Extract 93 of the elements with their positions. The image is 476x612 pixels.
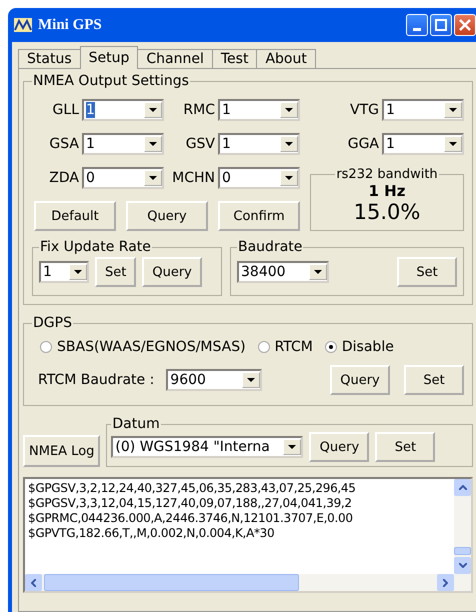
dropdown-button[interactable]	[144, 102, 162, 118]
maximize-icon	[435, 19, 447, 31]
log-line: $GPVTG,182.66,T,,M,0.002,N,0.004,K,A*30	[28, 526, 276, 541]
vertical-scrollbar[interactable]	[454, 479, 471, 574]
scroll-right-icon	[443, 578, 448, 586]
action-button[interactable]: Query	[142, 257, 202, 287]
radio-option[interactable]: RTCM	[258, 339, 313, 355]
radio-button[interactable]	[258, 341, 270, 353]
radio-option[interactable]: SBAS(WAAS/EGNOS/MSAS)	[40, 339, 246, 355]
action-button[interactable]: Default	[34, 201, 116, 231]
group-title: DGPS	[32, 315, 73, 331]
dropdown-button[interactable]	[280, 136, 298, 152]
radio-button[interactable]	[40, 341, 52, 353]
caret-icon	[285, 108, 293, 112]
dropdown-button[interactable]	[144, 170, 162, 186]
action-button[interactable]: Set	[95, 257, 136, 287]
caret-icon	[449, 108, 457, 112]
bandwidth-rate: 1 Hz	[368, 182, 406, 200]
caret-icon	[449, 142, 457, 146]
action-button[interactable]: Query	[330, 365, 390, 395]
radio-button[interactable]	[324, 341, 337, 353]
caret-icon	[149, 108, 157, 112]
maximize-button[interactable]	[430, 14, 452, 36]
action-button[interactable]: Confirm	[218, 201, 300, 231]
dropdown-button[interactable]	[280, 102, 298, 118]
scroll-down-icon	[458, 563, 466, 568]
dropdown[interactable]: 1	[82, 133, 164, 155]
field-label: GGA	[348, 136, 379, 152]
close-button[interactable]	[454, 14, 476, 36]
field-label: ZDA	[49, 170, 79, 186]
nmea-log-button[interactable]: NMEA Log	[23, 435, 100, 467]
field-label: RTCM Baudrate :	[38, 372, 154, 388]
dropdown-button[interactable]	[280, 170, 298, 186]
field-label: RMC	[183, 102, 215, 118]
dropdown-button[interactable]	[144, 136, 162, 152]
log-line: $GPGSV,3,2,12,24,40,327,45,06,35,283,43,07,25,296,45	[28, 481, 357, 496]
log-line: $GPRMC,044236.000,A,2446.3746,N,12101.3707,E,0.00	[28, 511, 354, 526]
dropdown-button[interactable]	[69, 264, 87, 280]
bandwidth-percent: 15.0%	[352, 200, 422, 224]
scroll-thumb[interactable]	[454, 547, 471, 555]
dropdown[interactable]: 1	[382, 133, 464, 155]
caret-icon	[285, 142, 293, 146]
field-label: GSV	[186, 136, 215, 152]
group-title: Fix Update Rate	[39, 239, 152, 255]
tab[interactable]: About	[256, 49, 316, 68]
field-label: VTG	[350, 102, 379, 118]
tab[interactable]: Setup	[80, 46, 138, 69]
scroll-left-icon	[31, 578, 36, 586]
radio-option[interactable]: Disable	[324, 339, 394, 355]
log-line: $GPGSV,3,3,12,04,15,127,40,09,07,188,,27,04,041,39,2	[28, 496, 353, 511]
caret-icon	[149, 142, 157, 146]
group-title: Baudrate	[237, 239, 304, 255]
action-button[interactable]: Set	[375, 432, 436, 462]
tab[interactable]: Status	[18, 49, 81, 68]
group-title: Datum	[111, 416, 161, 432]
dropdown[interactable]: 0	[218, 167, 300, 189]
dropdown[interactable]: (0) WGS1984 "Interna	[111, 436, 304, 458]
minimize-button[interactable]	[406, 14, 428, 36]
action-button[interactable]: Set	[404, 365, 464, 395]
dropdown[interactable]: 38400	[237, 261, 329, 283]
app-logo-icon	[14, 18, 32, 32]
field-label: GLL	[52, 102, 79, 118]
set-button[interactable]: Set	[397, 257, 457, 287]
field-label: MCHN	[172, 170, 215, 186]
minimize-icon	[413, 28, 421, 30]
horizontal-scrollbar[interactable]	[25, 574, 471, 591]
dropdown-button[interactable]	[242, 372, 260, 388]
dropdown[interactable]: 0	[82, 167, 164, 189]
caret-icon	[247, 378, 256, 382]
dropdown-button[interactable]	[283, 439, 302, 455]
close-icon	[459, 19, 471, 31]
dropdown-button[interactable]	[309, 264, 327, 280]
action-button[interactable]: Query	[126, 201, 208, 231]
caret-icon	[149, 176, 157, 180]
group-title: rs232 bandwith	[335, 167, 439, 182]
dropdown[interactable]: 1	[82, 99, 164, 121]
dropdown[interactable]: 1	[39, 261, 89, 283]
caret-icon	[285, 176, 293, 180]
action-button[interactable]: Query	[309, 432, 370, 462]
scroll-thumb[interactable]	[44, 574, 299, 591]
scroll-up-icon	[458, 485, 466, 490]
dropdown[interactable]: 1	[218, 99, 300, 121]
field-label: GSA	[49, 136, 79, 152]
caret-icon	[314, 270, 322, 274]
caret-icon	[74, 270, 82, 274]
dropdown[interactable]: 9600	[166, 369, 262, 391]
dropdown-button[interactable]	[444, 136, 462, 152]
caret-icon	[288, 445, 296, 449]
dropdown[interactable]: 1	[218, 133, 300, 155]
dropdown-button[interactable]	[444, 102, 462, 118]
group-title: NMEA Output Settings	[32, 73, 190, 89]
window-title: Mini GPS	[38, 16, 103, 34]
dropdown[interactable]: 1	[382, 99, 464, 121]
